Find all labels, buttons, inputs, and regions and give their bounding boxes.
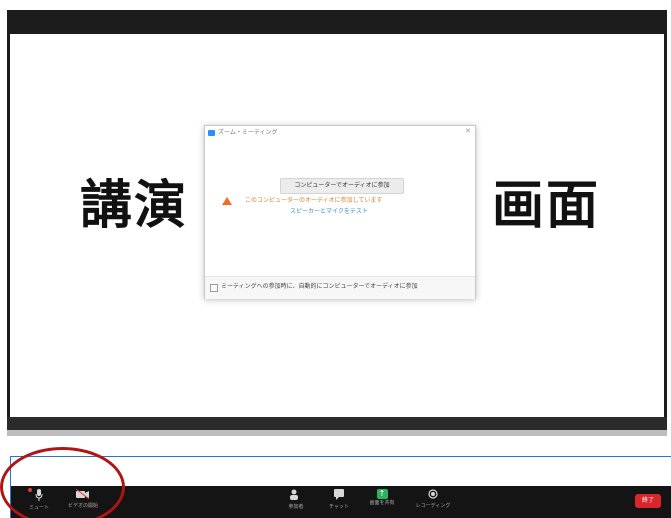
join-computer-audio-button[interactable]: コンピューターでオーディオに参加 (280, 178, 404, 194)
close-icon[interactable]: ✕ (465, 126, 471, 136)
record-icon (413, 489, 453, 502)
auto-join-audio-label: ミーティングへの参加時に、自動的にコンピューターでオーディオに参加 (221, 283, 418, 290)
share-screen-icon: ↑ (376, 489, 388, 499)
mute-button[interactable]: ミュート (23, 489, 55, 512)
start-video-label: ビデオの開始 (67, 503, 98, 509)
meeting-toolbar: ミュート ビデオの開始 参加者 チャット ↑ 画面を共有 レコーディング 終了 (10, 486, 671, 518)
record-button[interactable]: レコーディング (413, 489, 453, 510)
chat-icon (327, 489, 351, 503)
slide-text-left: 講演 (80, 176, 189, 236)
mute-label: ミュート (28, 505, 49, 511)
participants-label: 参加者 (288, 504, 304, 510)
chat-label: チャット (329, 504, 349, 510)
dialog-footer: ミーティングへの参加時に、自動的にコンピューターでオーディオに参加 (205, 276, 475, 299)
dialog-header: ズーム・ミーティング (208, 128, 277, 138)
screen-top-bar (7, 10, 667, 34)
record-label: レコーディング (415, 503, 451, 509)
participants-button[interactable]: 参加者 (283, 489, 309, 511)
share-screen-button[interactable]: ↑ 画面を共有 (367, 489, 397, 507)
share-screen-label: 画面を共有 (369, 500, 395, 506)
warning-icon (222, 197, 232, 205)
chat-button[interactable]: チャット (327, 489, 351, 511)
dialog-title: ズーム・ミーティング (218, 129, 278, 136)
end-meeting-button[interactable]: 終了 (635, 494, 661, 508)
toolbar-region (10, 456, 671, 487)
video-camera-icon (63, 488, 103, 502)
test-speaker-mic-link[interactable]: スピーカーとマイクをテスト (290, 208, 450, 216)
mute-status-dot (28, 488, 32, 492)
slide-text-right: 画面 (492, 176, 601, 236)
page: 講演 画面 ズーム・ミーティング ✕ コンピューターでオーディオに参加 このコン… (0, 0, 671, 518)
zoom-app-icon (208, 130, 215, 136)
screen-bottom-bar (7, 417, 667, 430)
start-video-button[interactable]: ビデオの開始 (63, 488, 103, 510)
join-audio-dialog: ズーム・ミーティング ✕ コンピューターでオーディオに参加 このコンピューターの… (204, 125, 476, 299)
audio-warning-text: このコンピューターのオーディオに参加しています (245, 197, 383, 204)
participants-icon (283, 489, 309, 503)
separator-strip (7, 430, 667, 436)
auto-join-audio-checkbox[interactable] (210, 284, 218, 292)
